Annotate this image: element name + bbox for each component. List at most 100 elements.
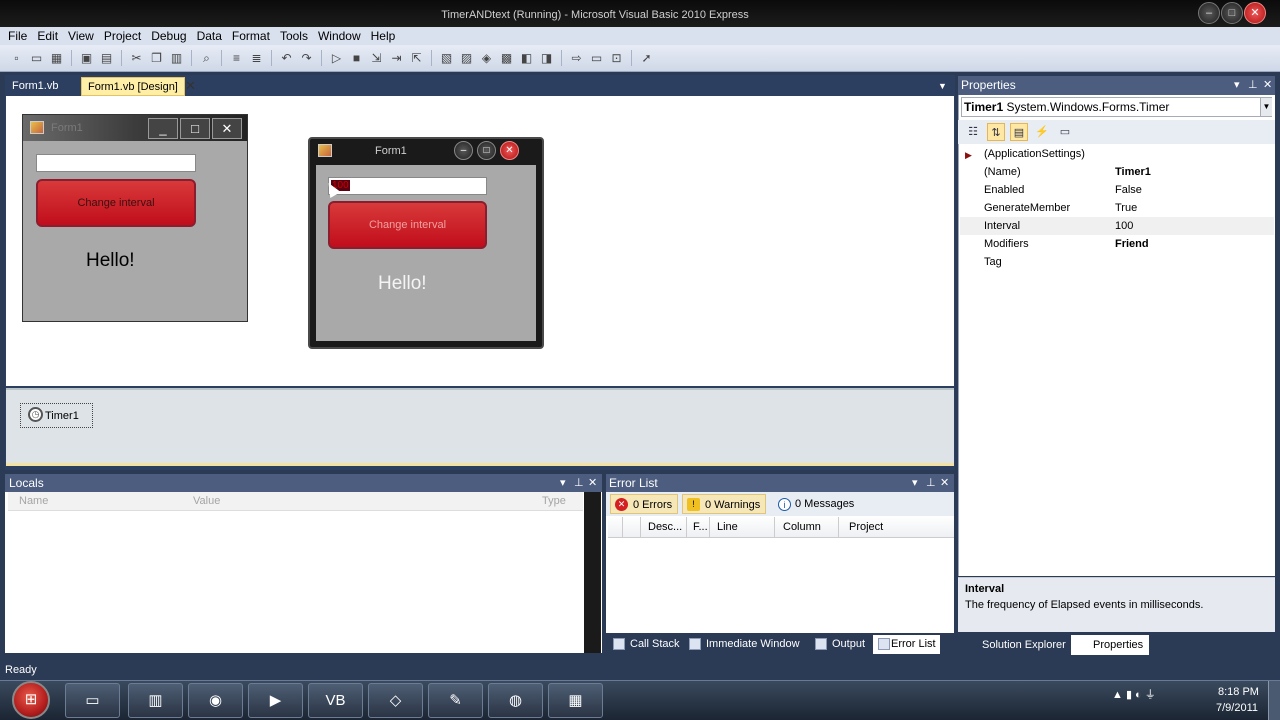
property-row[interactable]: Modifiers Friend: [960, 235, 1274, 253]
save-all-icon[interactable]: ▤: [98, 50, 115, 66]
property-row[interactable]: Tag: [960, 253, 1274, 271]
object-selector[interactable]: Timer1 System.Windows.Forms.Timer: [961, 97, 1272, 117]
panel-close-icon[interactable]: ✕: [588, 476, 597, 489]
maximize-button[interactable]: □: [1221, 2, 1243, 24]
system-tray-icons[interactable]: ▲ ▮ ◐ ⏚: [1112, 686, 1156, 702]
running-form-close[interactable]: ✕: [500, 141, 519, 160]
design-change-interval-button[interactable]: Change interval: [36, 179, 196, 227]
column-column[interactable]: Column: [783, 521, 821, 533]
menu-window[interactable]: Window: [313, 27, 366, 45]
menu-format[interactable]: Format: [227, 27, 275, 45]
column-project[interactable]: Project: [849, 521, 883, 533]
pin-icon[interactable]: ⊥: [1248, 78, 1258, 91]
start-debug-icon[interactable]: ▷: [328, 50, 345, 66]
tab-form1-vb[interactable]: Form1.vb: [6, 77, 64, 96]
edit-taskbar-icon[interactable]: ✎: [428, 683, 483, 718]
properties-view-icon[interactable]: ▤: [1010, 123, 1028, 141]
media-taskbar-icon[interactable]: ▶: [248, 683, 303, 718]
step-into-icon[interactable]: ⇲: [368, 50, 385, 66]
open-icon[interactable]: ▭: [28, 50, 45, 66]
tab-immediate-window[interactable]: Immediate Window: [690, 635, 800, 654]
object-browser-icon[interactable]: ◈: [478, 50, 495, 66]
events-icon[interactable]: ⚡: [1033, 123, 1051, 141]
close-button[interactable]: ✕: [1244, 2, 1266, 24]
uncomment-icon[interactable]: ≣: [248, 50, 265, 66]
save-icon[interactable]: ▣: [78, 50, 95, 66]
column-name[interactable]: Name: [19, 495, 48, 507]
column-type[interactable]: Type: [542, 495, 566, 507]
show-desktop-button[interactable]: [1268, 681, 1280, 720]
menu-help[interactable]: Help: [366, 27, 401, 45]
minimize-button[interactable]: –: [1198, 2, 1220, 24]
tab-call-stack[interactable]: Call Stack: [614, 635, 680, 654]
design-hello-label[interactable]: Hello!: [86, 250, 135, 272]
add-item-icon[interactable]: ▦: [48, 50, 65, 66]
redo-icon[interactable]: ↷: [298, 50, 315, 66]
pin-icon[interactable]: ⊥: [574, 476, 584, 489]
undo-icon[interactable]: ↶: [278, 50, 295, 66]
visual-basic-taskbar-icon[interactable]: VB: [308, 683, 363, 718]
locals-scrollbar[interactable]: [584, 492, 601, 653]
property-row-selected[interactable]: Interval 100: [960, 217, 1274, 235]
tab-output[interactable]: Output: [816, 635, 865, 654]
notes-taskbar-icon[interactable]: ◇: [368, 683, 423, 718]
change-interval-button[interactable]: Change interval: [328, 201, 487, 249]
panel-dropdown-icon[interactable]: ▾: [1234, 78, 1240, 91]
property-pages-icon[interactable]: ▭: [1056, 123, 1074, 141]
error-list-icon[interactable]: ◨: [538, 50, 555, 66]
tab-dropdown-icon[interactable]: ▼: [938, 81, 947, 91]
object-icon[interactable]: ⊡: [608, 50, 625, 66]
explorer-taskbar-icon[interactable]: ▭: [65, 683, 120, 718]
column-description[interactable]: Desc...: [648, 521, 682, 533]
menu-edit[interactable]: Edit: [32, 27, 63, 45]
property-row[interactable]: (Name) Timer1: [960, 163, 1274, 181]
panel-close-icon[interactable]: ✕: [940, 476, 949, 489]
form-taskbar-icon[interactable]: ▦: [548, 683, 603, 718]
extension-icon[interactable]: ▭: [588, 50, 605, 66]
property-row[interactable]: GenerateMember True: [960, 199, 1274, 217]
paste-icon[interactable]: ▥: [168, 50, 185, 66]
menu-tools[interactable]: Tools: [275, 27, 313, 45]
start-button[interactable]: ⊞: [12, 681, 50, 719]
categorized-icon[interactable]: ☷: [964, 123, 982, 141]
camera-taskbar-icon[interactable]: ◍: [488, 683, 543, 718]
panel-dropdown-icon[interactable]: ▾: [560, 476, 566, 489]
alphabetical-icon[interactable]: ⇅: [987, 123, 1005, 141]
column-line[interactable]: Line: [717, 521, 738, 533]
stop-icon[interactable]: ■: [348, 50, 365, 66]
new-project-icon[interactable]: ▫: [8, 50, 25, 66]
tab-solution-explorer[interactable]: Solution Explorer: [962, 635, 1070, 655]
menu-view[interactable]: View: [63, 27, 99, 45]
immediate-icon[interactable]: ◧: [518, 50, 535, 66]
clock-date[interactable]: 7/9/2011: [1216, 702, 1258, 714]
selector-dropdown-icon[interactable]: ▼: [1260, 98, 1272, 116]
copy-icon[interactable]: ❐: [148, 50, 165, 66]
running-form-maximize[interactable]: □: [477, 141, 496, 160]
toolbox-icon[interactable]: ▩: [498, 50, 515, 66]
panel-dropdown-icon[interactable]: ▾: [912, 476, 918, 489]
menu-debug[interactable]: Debug: [146, 27, 191, 45]
pin-icon[interactable]: ⊥: [926, 476, 936, 489]
column-file[interactable]: F...: [693, 521, 708, 533]
step-out-icon[interactable]: ⇱: [408, 50, 425, 66]
running-form-minimize[interactable]: –: [454, 141, 473, 160]
menu-data[interactable]: Data: [192, 27, 227, 45]
step-over-icon[interactable]: ⇥: [388, 50, 405, 66]
property-row[interactable]: (ApplicationSettings): [960, 145, 1274, 163]
column-value[interactable]: Value: [193, 495, 220, 507]
close-tab-icon[interactable]: ✕: [185, 78, 196, 94]
tab-properties[interactable]: Properties: [1071, 635, 1150, 655]
find-icon[interactable]: ⌕: [198, 50, 215, 66]
tab-form1-design[interactable]: Form1.vb [Design]: [81, 77, 185, 96]
design-textbox[interactable]: [36, 154, 196, 172]
start-page-icon[interactable]: ⇨: [568, 50, 585, 66]
property-row[interactable]: Enabled False: [960, 181, 1274, 199]
properties-icon[interactable]: ▨: [458, 50, 475, 66]
app-taskbar-icon[interactable]: ◉: [188, 683, 243, 718]
menu-project[interactable]: Project: [99, 27, 146, 45]
solution-explorer-icon[interactable]: ▧: [438, 50, 455, 66]
clock-time[interactable]: 8:18 PM: [1218, 686, 1259, 698]
panel-close-icon[interactable]: ✕: [1263, 78, 1272, 91]
menu-file[interactable]: File: [3, 27, 32, 45]
pointer-icon[interactable]: ➚: [638, 50, 655, 66]
